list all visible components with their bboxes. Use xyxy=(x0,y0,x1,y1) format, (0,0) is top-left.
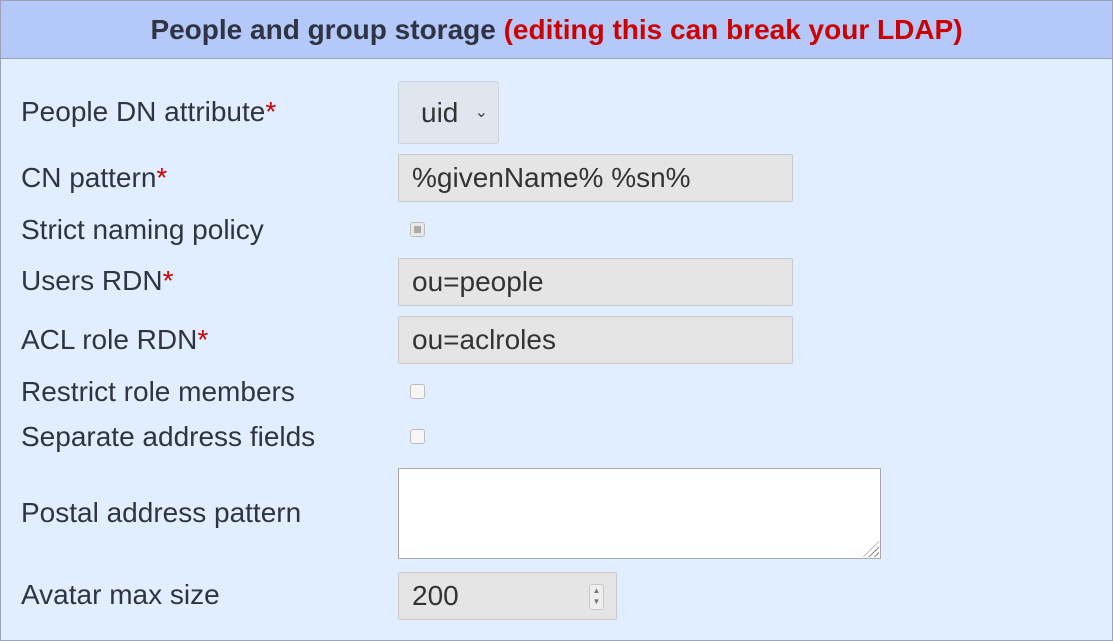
people-dn-value: uid xyxy=(421,97,459,128)
separate-address-checkbox[interactable] xyxy=(410,429,425,444)
people-dn-label: People DN attribute* xyxy=(21,96,277,127)
people-dn-select[interactable]: uid ⌄ xyxy=(398,81,499,144)
required-marker: * xyxy=(197,324,209,355)
chevron-down-icon: ⌄ xyxy=(474,104,488,121)
avatar-max-input[interactable]: 200 ▲ ▼ xyxy=(398,572,617,620)
spin-down-icon[interactable]: ▼ xyxy=(590,596,603,607)
strict-naming-label: Strict naming policy xyxy=(21,214,264,245)
users-rdn-label: Users RDN* xyxy=(21,265,174,296)
users-rdn-input[interactable]: ou=people xyxy=(398,258,793,306)
spinner[interactable]: ▲ ▼ xyxy=(589,584,604,610)
acl-role-rdn-input[interactable]: ou=aclroles xyxy=(398,316,793,364)
required-marker: * xyxy=(265,96,277,127)
postal-address-textarea[interactable] xyxy=(398,468,881,559)
separate-address-label: Separate address fields xyxy=(21,421,316,452)
acl-role-rdn-label: ACL role RDN* xyxy=(21,324,209,355)
cn-pattern-input[interactable]: %givenName% %sn% xyxy=(398,154,793,202)
panel-header: People and group storage (editing this c… xyxy=(1,1,1112,59)
people-group-storage-panel: People and group storage (editing this c… xyxy=(0,0,1113,641)
resize-grip-icon[interactable] xyxy=(863,541,879,557)
postal-address-label: Postal address pattern xyxy=(21,497,302,528)
required-marker: * xyxy=(162,265,174,296)
panel-title: People and group storage xyxy=(150,14,496,45)
strict-naming-checkbox[interactable] xyxy=(410,222,425,237)
restrict-role-label: Restrict role members xyxy=(21,376,295,407)
restrict-role-checkbox[interactable] xyxy=(410,384,425,399)
avatar-max-value: 200 xyxy=(412,580,459,611)
panel-warning: (editing this can break your LDAP) xyxy=(503,14,963,45)
spin-up-icon[interactable]: ▲ xyxy=(590,585,603,596)
required-marker: * xyxy=(156,162,168,193)
cn-pattern-label: CN pattern* xyxy=(21,162,168,193)
avatar-max-label: Avatar max size xyxy=(21,579,220,610)
